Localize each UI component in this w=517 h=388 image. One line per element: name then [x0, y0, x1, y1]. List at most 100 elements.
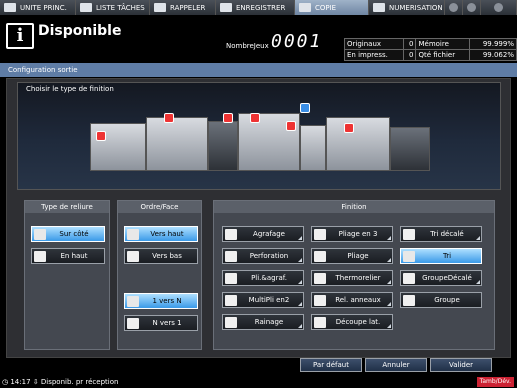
home-icon	[4, 3, 16, 12]
finition-decoupe-lat-button[interactable]: Découpe lat.	[311, 314, 393, 330]
submenu-corner-icon	[298, 302, 302, 306]
submenu-corner-icon	[298, 236, 302, 240]
tri-fold-icon	[314, 228, 326, 240]
face-up-icon	[127, 228, 139, 240]
submenu-corner-icon	[387, 258, 391, 262]
bind-side-icon	[34, 228, 46, 240]
warning-icon	[96, 131, 106, 141]
tab-numerisation[interactable]: NUMERISATION	[369, 0, 445, 15]
status-left: ◷ 14:17 ⇩ Disponib. pr réception	[2, 378, 118, 386]
submenu-corner-icon	[298, 258, 302, 262]
qte-label: Qté fichier	[415, 49, 471, 61]
finition-pliage-en-3-button[interactable]: Pliage en 3	[311, 226, 393, 242]
impress-value: 0	[403, 49, 417, 61]
submenu-corner-icon	[387, 324, 391, 328]
order-forward-icon	[127, 295, 139, 307]
status-header: i Disponible NombreJeux 0001 Originaux 0…	[0, 15, 517, 61]
tab-settings[interactable]	[481, 0, 517, 15]
sort-icon	[403, 250, 415, 262]
top-tab-bar: UNITE PRINC. LISTE TÂCHES RAPPELER ENREG…	[0, 0, 517, 15]
order-n-to-1-button[interactable]: N vers 1	[124, 315, 198, 331]
group-finition-title: Finition	[214, 201, 494, 213]
tab-volume[interactable]	[463, 0, 481, 15]
finition-pliage-button[interactable]: Pliage	[311, 248, 393, 264]
submenu-corner-icon	[298, 324, 302, 328]
group-reliure-title: Type de reliure	[25, 201, 109, 213]
warning-icon	[286, 121, 296, 131]
finition-pli-agraf-button[interactable]: Pli.&agraf.	[222, 270, 304, 286]
group-icon	[403, 294, 415, 306]
page-title: Configuration sortie	[0, 63, 517, 77]
jobs-value: 0001	[271, 31, 323, 52]
toner-badge[interactable]: Tamb/Dév.	[476, 377, 514, 387]
warning-icon	[250, 113, 260, 123]
impress-label: En impress.	[343, 49, 405, 61]
finition-multipli-button[interactable]: MultiPli en2	[222, 292, 304, 308]
finition-tri-decale-button[interactable]: Tri décalé	[400, 226, 482, 242]
ring-bind-icon	[314, 294, 326, 306]
machine-finisher-c	[326, 117, 390, 171]
machine-stacker	[390, 127, 430, 171]
submenu-corner-icon	[387, 302, 391, 306]
finition-agrafage-button[interactable]: Agrafage	[222, 226, 304, 242]
face-vers-bas-button[interactable]: Vers bas	[124, 248, 198, 264]
copy-icon	[299, 3, 311, 12]
submenu-corner-icon	[476, 280, 480, 284]
cancel-button[interactable]: Annuler	[365, 358, 427, 372]
face-vers-haut-button[interactable]: Vers haut	[124, 226, 198, 242]
finition-tri-button[interactable]: Tri	[400, 248, 482, 264]
tab-enregistrer[interactable]: ENREGISTRER	[216, 0, 295, 15]
speaker-icon	[467, 3, 476, 12]
reliure-sur-cote-button[interactable]: Sur côté	[31, 226, 105, 242]
tab-copie[interactable]: COPIE	[295, 0, 369, 15]
multi-fold-icon	[225, 294, 237, 306]
save-icon	[220, 3, 232, 12]
finition-thermorelier-button[interactable]: Thermorelier	[311, 270, 393, 286]
qte-value: 99.062%	[469, 49, 517, 61]
tab-liste-taches[interactable]: LISTE TÂCHES	[76, 0, 150, 15]
tab-help[interactable]	[445, 0, 463, 15]
finition-groupe-button[interactable]: Groupe	[400, 292, 482, 308]
machine-status: Disponible	[38, 23, 122, 39]
ok-button[interactable]: Valider	[430, 358, 492, 372]
warning-icon	[344, 123, 354, 133]
status-message: Disponib. pr réception	[40, 378, 119, 386]
submenu-corner-icon	[298, 280, 302, 284]
receive-icon: ⇩	[32, 378, 39, 386]
tab-unite-princ[interactable]: UNITE PRINC.	[0, 0, 76, 15]
tab-rappeler[interactable]: RAPPELER	[150, 0, 216, 15]
clock-time: 14:17	[10, 378, 31, 386]
finition-rainage-button[interactable]: Rainage	[222, 314, 304, 330]
bind-top-icon	[34, 250, 46, 262]
machine-inserter	[208, 121, 238, 171]
counters-table: Originaux 0 Mémoire 99.999% En impress. …	[343, 38, 517, 61]
group-reliure: Type de reliure	[24, 200, 110, 350]
default-button[interactable]: Par défaut	[300, 358, 362, 372]
recall-icon	[154, 3, 166, 12]
jobs-label: NombreJeux	[226, 42, 269, 50]
group-ordre-title: Ordre/Face	[118, 201, 201, 213]
reliure-en-haut-button[interactable]: En haut	[31, 248, 105, 264]
submenu-corner-icon	[387, 236, 391, 240]
crease-icon	[225, 316, 237, 328]
finition-groupe-decale-button[interactable]: GroupeDécalé	[400, 270, 482, 286]
scan-icon	[373, 3, 385, 12]
perfect-bind-icon	[314, 272, 326, 284]
order-1-to-n-button[interactable]: 1 vers N	[124, 293, 198, 309]
finition-perforation-button[interactable]: Perforation	[222, 248, 304, 264]
finisher-preview: Choisir le type de finition	[17, 82, 501, 190]
bottom-status-bar: ◷ 14:17 ⇩ Disponib. pr réception Tamb/Dé…	[0, 377, 517, 388]
info-marker-icon	[300, 103, 310, 113]
trim-icon	[314, 316, 326, 328]
order-reverse-icon	[127, 317, 139, 329]
list-icon	[80, 3, 92, 12]
finition-rel-anneaux-button[interactable]: Rel. anneaux	[311, 292, 393, 308]
memoire-value: 99.999%	[469, 38, 517, 50]
fold-staple-icon	[225, 272, 237, 284]
offset-sort-icon	[403, 228, 415, 240]
fold-icon	[314, 250, 326, 262]
punch-icon	[225, 250, 237, 262]
originaux-label: Originaux	[343, 38, 405, 50]
warning-icon	[223, 113, 233, 123]
machine-finisher-b	[300, 125, 326, 171]
